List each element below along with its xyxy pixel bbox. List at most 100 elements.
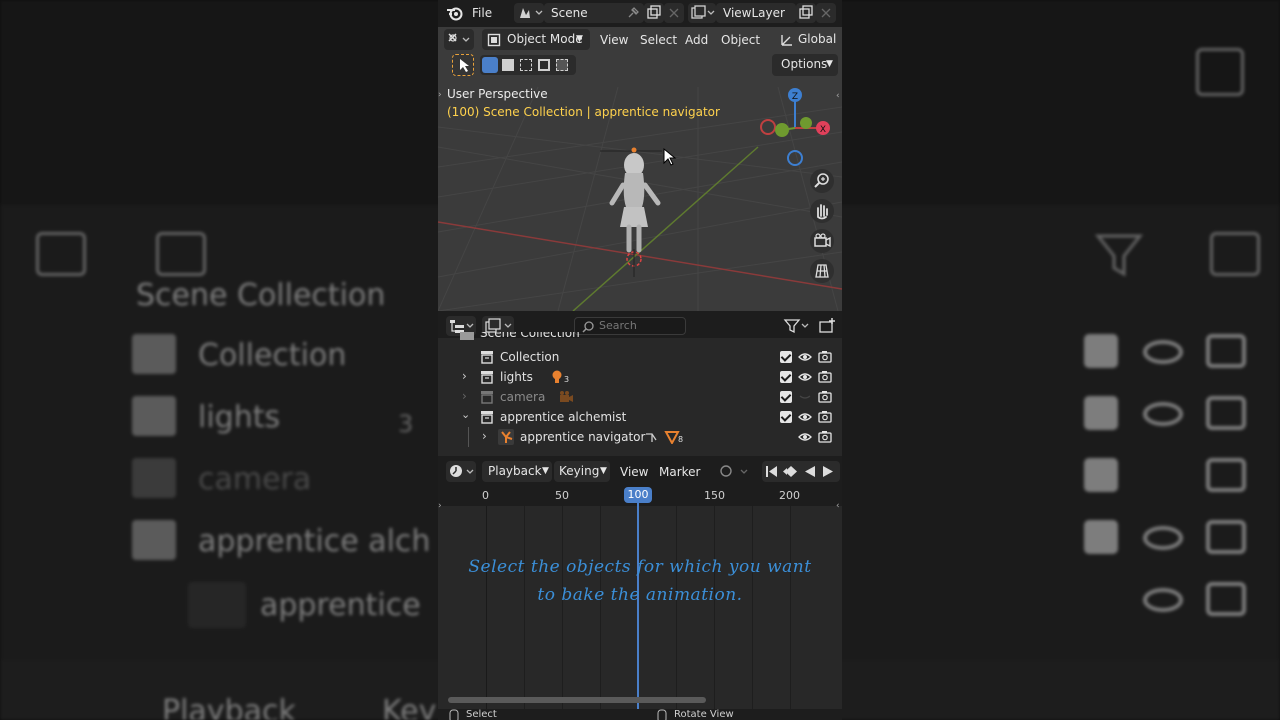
expand-arrow-icon[interactable]: ›	[462, 369, 467, 383]
viewport-menu-object[interactable]: Object	[721, 33, 760, 47]
transform-orientation-dropdown[interactable]: Global	[776, 29, 838, 50]
select-subtract-icon[interactable]	[520, 59, 532, 71]
new-view-layer-button[interactable]	[796, 3, 816, 23]
delete-scene-button[interactable]	[664, 3, 684, 23]
eye-icon[interactable]	[798, 350, 812, 364]
channel-expand-icon[interactable]: ›	[438, 501, 442, 511]
camera-label: camera	[500, 390, 546, 404]
collapse-arrow-icon[interactable]: ⌄	[461, 408, 470, 421]
object-mode-dropdown[interactable]: Object Mode ▼	[482, 29, 590, 50]
viewport-menu-view[interactable]: View	[600, 33, 628, 47]
camera-view-button[interactable]	[810, 229, 834, 253]
object-mode-label: Object Mode	[507, 32, 583, 46]
outliner-row-apprentice-navigator[interactable]: › apprentice navigator 8	[438, 427, 842, 447]
timeline-menu-marker[interactable]: Marker	[659, 465, 700, 479]
timeline-editor-type-button[interactable]	[446, 461, 476, 482]
navigation-gizmo[interactable]: Z X	[756, 83, 840, 167]
editor-type-button[interactable]	[444, 29, 474, 50]
toolbar-expand-icon[interactable]: ›	[438, 90, 442, 100]
eye-icon[interactable]	[798, 370, 812, 384]
ruler-tick: 0	[482, 489, 489, 502]
outliner-row-collection[interactable]: Collection	[438, 347, 842, 367]
bg-camera-icon	[1206, 458, 1246, 492]
horizontal-scrollbar[interactable]	[448, 697, 706, 703]
sidebar-expand-icon[interactable]: ‹	[836, 501, 840, 511]
view-layer-icon	[691, 5, 715, 19]
keying-label: Keying	[559, 464, 600, 478]
view-layer-field[interactable]: ViewLayer	[716, 3, 796, 23]
sidebar-expand-icon[interactable]: ‹	[836, 91, 840, 101]
bg-row-apprentice-navigator: apprentice	[260, 588, 421, 623]
exclude-checkbox[interactable]	[780, 411, 792, 423]
bg-checkbox	[1084, 334, 1118, 368]
pan-button[interactable]	[810, 199, 834, 223]
scene-collection-label: Scene Collection	[480, 332, 580, 340]
select-tool-button[interactable]	[452, 54, 474, 76]
exclude-checkbox[interactable]	[780, 371, 792, 383]
playback-label: Playback	[488, 464, 542, 478]
playhead[interactable]	[637, 503, 639, 709]
bg-checkbox	[1084, 520, 1118, 554]
play-reverse-icon[interactable]	[802, 464, 818, 479]
outliner-row-apprentice-alchemist[interactable]: ⌄ apprentice alchemist	[438, 407, 842, 427]
outliner-row-lights[interactable]: › lights 3	[438, 367, 842, 387]
jump-start-icon[interactable]	[764, 464, 780, 479]
gizmo-x-label: X	[820, 125, 826, 135]
auto-keying-toggle[interactable]	[716, 461, 754, 482]
file-menu[interactable]: File	[472, 6, 492, 20]
outliner-row-scene-collection[interactable]: Scene Collection	[438, 332, 842, 344]
play-icon[interactable]	[820, 464, 836, 479]
render-camera-icon[interactable]	[818, 350, 832, 364]
bg-armature-icon	[188, 582, 246, 628]
chevron-down-icon: ▼	[576, 34, 583, 44]
exclude-checkbox[interactable]	[780, 391, 792, 403]
eye-closed-icon[interactable]	[798, 390, 812, 404]
render-camera-icon[interactable]	[818, 390, 832, 404]
zoom-icon	[814, 173, 829, 188]
outliner-row-camera[interactable]: › camera	[438, 387, 842, 407]
select-invert-icon[interactable]	[538, 59, 550, 71]
keying-dropdown[interactable]: Keying ▼	[554, 461, 610, 482]
pin-icon[interactable]	[626, 6, 640, 20]
render-camera-icon[interactable]	[818, 410, 832, 424]
new-scene-button[interactable]	[644, 3, 664, 23]
3d-viewport[interactable]: Object Mode ▼ View Select Add Object Glo…	[438, 27, 842, 311]
frame-area[interactable]	[438, 506, 842, 709]
options-dropdown[interactable]: Options ▼	[772, 54, 838, 76]
eye-icon[interactable]	[798, 430, 812, 444]
perspective-label: User Perspective	[447, 87, 548, 101]
zoom-button[interactable]	[810, 169, 834, 193]
ortho-toggle-button[interactable]	[810, 259, 834, 283]
scene-collection-icon	[460, 332, 474, 340]
select-extend-icon[interactable]	[502, 59, 514, 71]
playback-dropdown[interactable]: Playback ▼	[482, 461, 552, 482]
record-icon	[720, 465, 748, 477]
scene-name-field[interactable]: Scene	[544, 3, 644, 23]
render-camera-icon[interactable]	[818, 370, 832, 384]
expand-arrow-icon[interactable]: ›	[462, 389, 467, 403]
current-frame-indicator[interactable]: 100	[624, 487, 652, 503]
select-intersect-icon[interactable]	[556, 59, 568, 71]
mouse-cursor-icon	[663, 147, 677, 166]
timeline-menu-view[interactable]: View	[620, 465, 648, 479]
options-label: Options	[781, 57, 828, 71]
bg-camera-icon	[1206, 520, 1246, 554]
chevron-down-icon: ▼	[542, 466, 549, 476]
delete-view-layer-button[interactable]	[816, 3, 836, 23]
scene-selector-button[interactable]	[514, 3, 544, 23]
tree-line	[468, 427, 469, 447]
select-new-icon[interactable]	[482, 57, 498, 73]
eye-icon[interactable]	[798, 410, 812, 424]
blender-logo-icon[interactable]	[446, 5, 464, 21]
jump-keyframe-icon[interactable]	[782, 464, 800, 479]
viewport-menu-add[interactable]: Add	[685, 33, 708, 47]
bg-row-scene-collection: Scene Collection	[136, 278, 386, 313]
expand-arrow-icon[interactable]: ›	[482, 429, 487, 443]
render-camera-icon[interactable]	[818, 430, 832, 444]
bg-new-collection-icon	[1210, 232, 1260, 276]
viewport-menu-select[interactable]: Select	[640, 33, 677, 47]
view-layer-selector-button[interactable]	[688, 3, 716, 23]
status-bar: Select Rotate View	[438, 709, 842, 720]
status-select: Select	[466, 709, 497, 720]
exclude-checkbox[interactable]	[780, 351, 792, 363]
